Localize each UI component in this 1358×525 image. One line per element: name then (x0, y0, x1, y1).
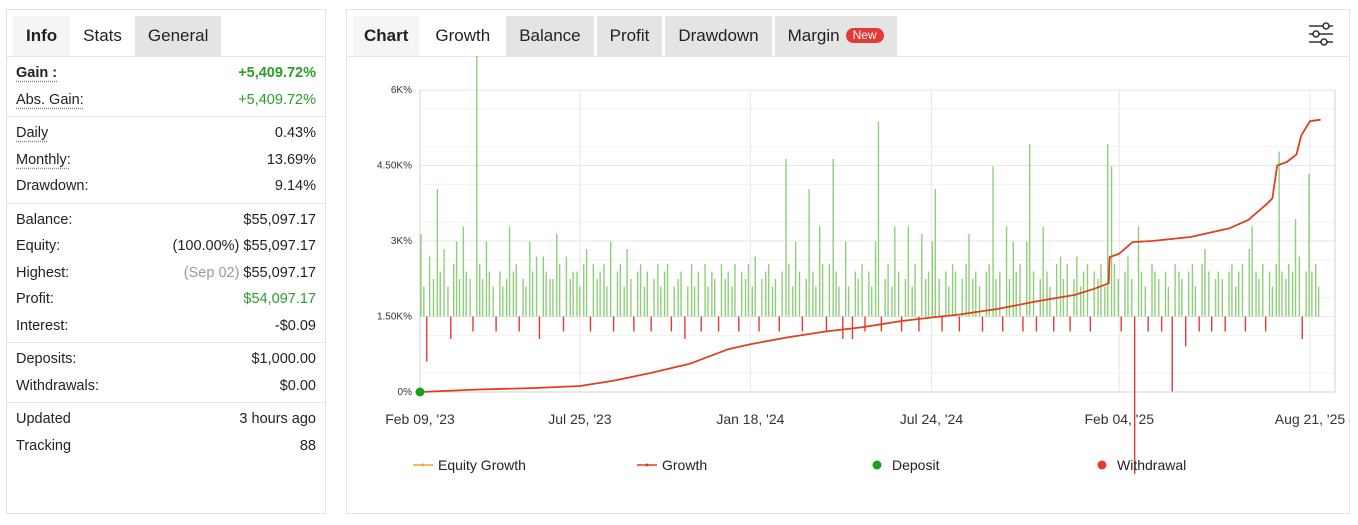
drawdown-row: Drawdown: 9.14% (7, 173, 325, 200)
x-tick-label: Jul 25, '23 (548, 411, 612, 427)
tab-drawdown[interactable]: Drawdown (665, 16, 772, 56)
tab-profit[interactable]: Profit (596, 16, 663, 56)
stats-panel: Info Stats General Gain : +5,409.72% Abs… (6, 9, 326, 514)
chart-tab-bar: Chart Growth Balance Profit Drawdown Mar… (347, 10, 1349, 57)
deposits-row: Deposits: $1,000.00 (7, 346, 325, 373)
growth-chart: 6K% 4.50K% 3K% 1.50K% 0% Feb 09, '23 Jul 25, '… (377, 56, 1346, 474)
gain-row: Gain : +5,409.72% (7, 60, 325, 87)
daily-row: Daily 0.43% (7, 120, 325, 147)
y-tick-label: 0% (398, 387, 413, 398)
balance-row: Balance: $55,097.17 (7, 207, 325, 234)
profit-row: Profit: $54,097.17 (7, 286, 325, 313)
withdrawals-row: Withdrawals: $0.00 (7, 373, 325, 400)
profit-label: Profit: (16, 291, 54, 308)
highest-row: Highest: (Sep 02) $55,097.17 (7, 260, 325, 287)
tracking-value: 88 (299, 437, 316, 454)
tab-growth[interactable]: Growth (422, 16, 504, 56)
left-tab-bar: Info Stats General (7, 10, 325, 57)
withdrawals-label: Withdrawals: (16, 377, 99, 394)
tracking-label: Tracking (16, 437, 72, 454)
deposits-group: Deposits: $1,000.00 Withdrawals: $0.00 (7, 343, 325, 403)
balance-label: Balance: (16, 211, 73, 228)
drawdown-label: Drawdown: (16, 178, 89, 195)
profit-value: $54,097.17 (243, 291, 316, 308)
legend-label: Equity Growth (438, 457, 526, 473)
monthly-value: 13.69% (266, 151, 316, 168)
tracking-row: Tracking 88 (7, 433, 325, 460)
daily-label[interactable]: Daily (16, 125, 48, 141)
monthly-label[interactable]: Monthly: (16, 152, 71, 168)
deposits-label: Deposits: (16, 351, 77, 368)
highest-date: (Sep 02) (183, 264, 240, 281)
legend-label: Withdrawal (1117, 457, 1186, 473)
y-tick-label: 1.50K% (377, 312, 412, 323)
gain-label[interactable]: Gain : (16, 65, 57, 81)
deposit-marker (415, 387, 425, 397)
highest-value-wrap: (Sep 02) $55,097.17 (184, 265, 316, 281)
gain-group: Gain : +5,409.72% Abs. Gain: +5,409.72% (7, 57, 325, 117)
interest-label: Interest: (16, 317, 69, 334)
tab-info[interactable]: Info (13, 16, 71, 56)
equity-value-wrap: (100.00%) $55,097.17 (172, 238, 316, 254)
withdrawals-value: $0.00 (279, 377, 316, 394)
highest-value: $55,097.17 (243, 264, 316, 281)
monthly-row: Monthly: 13.69% (7, 147, 325, 174)
x-tick-label: Aug 21, '25 (1275, 411, 1346, 427)
daily-value: 0.43% (274, 125, 316, 142)
tab-balance[interactable]: Balance (506, 16, 594, 56)
x-tick-label: Feb 04, '25 (1084, 411, 1154, 427)
equity-pct: (100.00%) (172, 238, 240, 255)
equity-row: Equity: (100.00%) $55,097.17 (7, 233, 325, 260)
drawdown-value: 9.14% (274, 178, 316, 195)
tracking-group: Updated 3 hours ago Tracking 88 (7, 403, 325, 462)
rates-group: Daily 0.43% Monthly: 13.69% Drawdown: 9.… (7, 117, 325, 204)
updated-label: Updated (16, 411, 71, 428)
interest-value: -$0.09 (274, 317, 316, 334)
y-tick-label: 6K% (391, 85, 412, 96)
legend-label: Deposit (892, 457, 940, 473)
abs-gain-value: +5,409.72% (238, 91, 316, 108)
tab-general[interactable]: General (134, 16, 222, 56)
y-tick-label: 3K% (391, 236, 412, 247)
tab-margin[interactable]: Margin New (774, 16, 897, 56)
abs-gain-label[interactable]: Abs. Gain: (16, 92, 84, 108)
legend-dot-swatch (421, 463, 425, 467)
equity-value: $55,097.17 (243, 238, 316, 255)
legend-marker-swatch (872, 460, 882, 470)
x-tick-label: Jul 24, '24 (900, 411, 964, 427)
tab-chart[interactable]: Chart (353, 16, 420, 56)
chart-panel: Chart Growth Balance Profit Drawdown Mar… (346, 9, 1350, 514)
interest-row: Interest: -$0.09 (7, 313, 325, 340)
gain-value: +5,409.72% (238, 65, 316, 82)
updated-value: 3 hours ago (239, 411, 316, 428)
tab-stats[interactable]: Stats (70, 16, 135, 56)
sliders-icon[interactable] (1307, 20, 1335, 48)
abs-gain-row: Abs. Gain: +5,409.72% (7, 87, 325, 114)
legend-label: Growth (662, 457, 707, 473)
y-tick-label: 4.50K% (377, 161, 412, 172)
x-tick-label: Feb 09, '23 (385, 411, 455, 427)
x-tick-label: Jan 18, '24 (716, 411, 784, 427)
deposits-value: $1,000.00 (251, 351, 316, 368)
balance-group: Balance: $55,097.17 Equity: (100.00%) $5… (7, 204, 325, 343)
highest-label: Highest: (16, 264, 70, 281)
equity-label: Equity: (16, 238, 61, 255)
tab-margin-label: Margin (787, 26, 840, 45)
new-badge: New (845, 28, 884, 43)
balance-value: $55,097.17 (243, 211, 316, 228)
legend-marker-swatch (1097, 460, 1107, 470)
legend-dot-swatch (645, 463, 649, 467)
updated-row: Updated 3 hours ago (7, 406, 325, 433)
